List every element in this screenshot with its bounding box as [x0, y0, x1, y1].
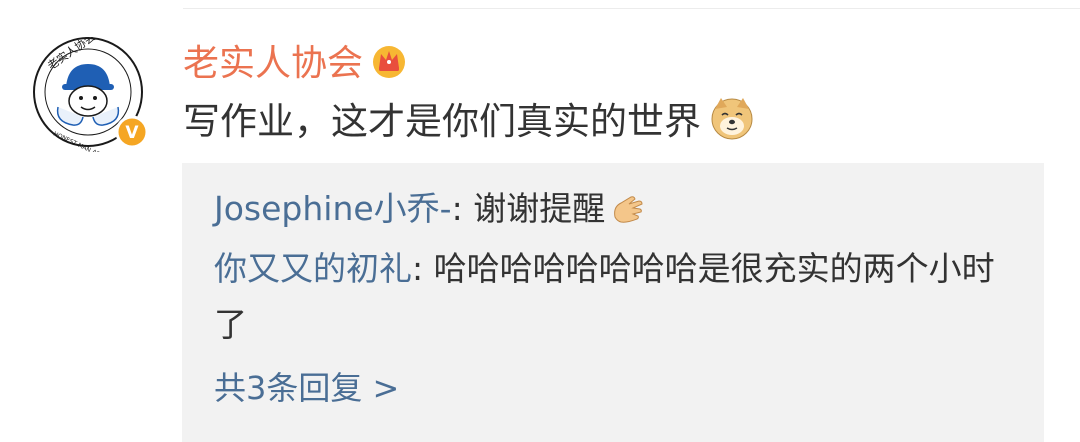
reply-author-link[interactable]: Josephine小乔- — [214, 181, 452, 237]
username-row: 老实人协会 — [183, 38, 409, 84]
reply-box: Josephine小乔- : 谢谢提醒 你又又的初礼: 哈哈哈哈哈哈哈哈是很充实… — [182, 163, 1044, 442]
reply-text: 谢谢提醒 — [473, 189, 606, 228]
reply-item: Josephine小乔- : 谢谢提醒 — [214, 181, 645, 237]
crown-icon[interactable] — [369, 40, 409, 80]
doge-icon — [711, 98, 753, 140]
avatar[interactable]: 老实人协会 HONEST MAN ASSO V — [33, 37, 149, 152]
reply-separator: : — [451, 189, 474, 228]
reply-author-link[interactable]: 你又又的初礼 — [214, 249, 412, 288]
reply-item: 你又又的初礼: 哈哈哈哈哈哈哈哈是很充实的两个小时了 — [214, 241, 1014, 353]
reply-separator: : — [412, 249, 434, 288]
username-link[interactable]: 老实人协会 — [183, 34, 363, 86]
comment-text: 写作业，这才是你们真实的世界 — [183, 100, 701, 143]
top-divider — [183, 8, 1080, 9]
svg-text:V: V — [125, 123, 139, 143]
more-replies-link[interactable]: 共3条回复 > — [214, 360, 399, 416]
ok-hand-icon — [614, 196, 643, 223]
verified-badge-icon: V — [115, 115, 149, 149]
comment-row: 写作业，这才是你们真实的世界 — [183, 90, 755, 146]
